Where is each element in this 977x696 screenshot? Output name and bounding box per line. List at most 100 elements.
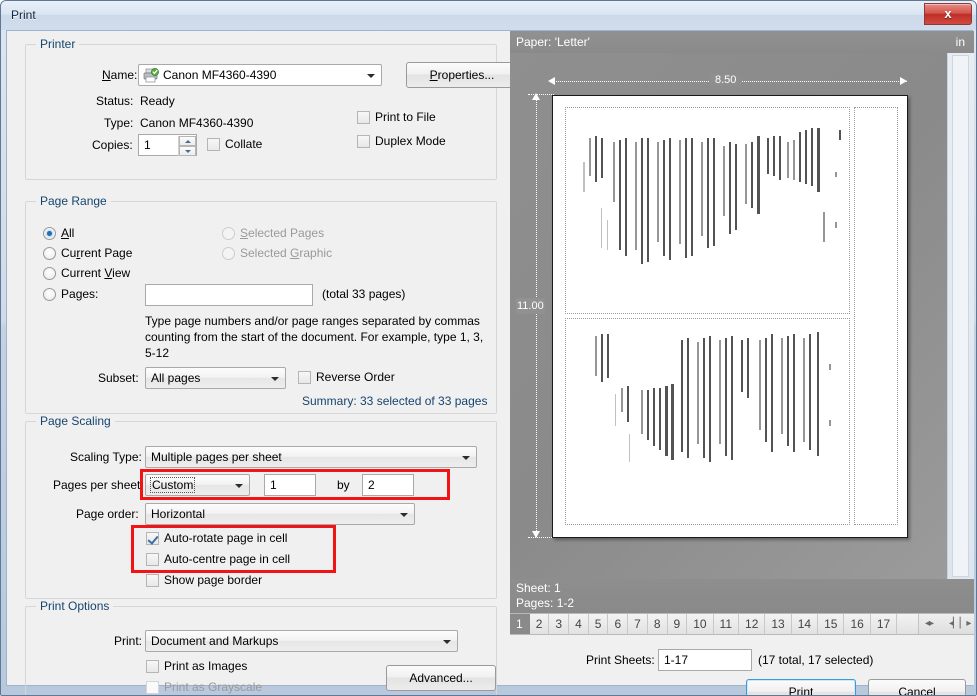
reverse-order-checkbox[interactable] (298, 371, 311, 384)
pages-per-sheet-rows-value: 2 (368, 478, 375, 492)
duplex-mode-label: Duplex Mode (375, 134, 446, 148)
chevron-down-icon (462, 456, 470, 460)
chevron-down-icon (235, 484, 243, 488)
radio-all-label: All (61, 226, 74, 240)
auto-rotate-checkbox[interactable] (146, 532, 159, 545)
copies-input[interactable]: 1 (138, 134, 197, 156)
total-pages-text: (total 33 pages) (322, 287, 405, 301)
copies-value: 1 (144, 138, 151, 152)
pages-input[interactable] (145, 284, 313, 306)
radio-selected-graphic (222, 247, 235, 260)
collate-checkbox-box (207, 138, 220, 151)
sheet-tab-12[interactable]: 12 (739, 614, 765, 634)
preview-vertical-scrollbar[interactable] (952, 55, 969, 577)
sheet-tab-1[interactable]: 1 (510, 614, 530, 634)
sheet-tab-nav[interactable]: ◂▸ ◂▏▏▸ (918, 614, 974, 634)
radio-all[interactable] (43, 227, 56, 240)
sheet-tab-4[interactable]: 4 (569, 614, 589, 634)
sheet-tab-14[interactable]: 14 (792, 614, 818, 634)
subset-combo[interactable]: All pages (145, 367, 286, 389)
unit-label: in (956, 35, 965, 49)
radio-current-page[interactable] (43, 247, 56, 260)
close-icon: x (925, 6, 971, 21)
print-button[interactable]: Print (746, 679, 856, 696)
window-title: Print (11, 8, 36, 22)
sheet-tab-5[interactable]: 5 (589, 614, 609, 634)
reverse-order-checkbox-box (298, 371, 311, 384)
height-dimension-line (536, 95, 537, 537)
settings-pane: Printer Name: Canon MF (7, 31, 510, 685)
copies-stepper-up[interactable] (179, 136, 196, 146)
print-sheets-input[interactable]: 1-17 (658, 649, 752, 671)
advanced-button[interactable]: Advanced... (386, 665, 496, 691)
width-dim-arrow-left (548, 77, 555, 85)
nav-prev-next-icon[interactable]: ◂▸ (925, 618, 933, 629)
radio-pages[interactable] (43, 288, 56, 301)
show-page-border-checkbox-box (146, 574, 159, 587)
print-what-combo[interactable]: Document and Markups (145, 630, 458, 652)
copies-stepper-down[interactable] (179, 146, 196, 156)
sheet-tab-7[interactable]: 7 (628, 614, 648, 634)
sheet-tab-16[interactable]: 16 (844, 614, 870, 634)
cancel-button[interactable]: Cancel (868, 679, 966, 696)
duplex-mode-checkbox[interactable] (357, 135, 370, 148)
chevron-down-icon (271, 377, 279, 381)
advanced-button-label: Advanced... (387, 666, 495, 690)
sheet-tab-10[interactable]: 10 (687, 614, 713, 634)
printer-status-value: Ready (140, 94, 175, 108)
sheet-tab-11[interactable]: 11 (714, 614, 739, 634)
radio-all-dot (43, 227, 56, 240)
print-button-label: Print (747, 680, 855, 696)
print-what-value: Document and Markups (151, 634, 278, 648)
auto-centre-checkbox[interactable] (146, 553, 159, 566)
sheet-tab-8[interactable]: 8 (648, 614, 668, 634)
sheet-tab-15[interactable]: 15 (818, 614, 844, 634)
print-as-grayscale-checkbox (146, 681, 159, 694)
pages-info-text: Pages: 1-2 (516, 596, 574, 610)
show-page-border-checkbox[interactable] (146, 574, 159, 587)
printer-group-legend: Printer (36, 37, 79, 51)
copies-stepper[interactable] (178, 136, 195, 156)
print-as-images-checkbox[interactable] (146, 660, 159, 673)
print-as-images-checkbox-box (146, 660, 159, 673)
properties-button[interactable]: Properties... (406, 62, 518, 88)
radio-current-view[interactable] (43, 267, 56, 280)
chevron-down-icon (400, 513, 408, 517)
radio-current-page-label: Current Page (61, 246, 132, 260)
scaling-type-value: Multiple pages per sheet (151, 450, 282, 464)
printer-name-combo[interactable]: Canon MF4360-4390 (138, 64, 382, 86)
page-order-combo[interactable]: Horizontal (145, 503, 415, 525)
pages-per-sheet-rows-input[interactable]: 2 (362, 474, 414, 496)
radio-selected-pages (222, 227, 235, 240)
page-range-group-legend: Page Range (36, 194, 111, 208)
page-range-summary: Summary: 33 selected of 33 pages (302, 394, 487, 408)
chevron-down-icon (367, 74, 375, 78)
printer-group: Printer Name: Canon MF (25, 44, 497, 180)
sheet-tab-13[interactable]: 13 (765, 614, 791, 634)
sheet-tab-6[interactable]: 6 (608, 614, 628, 634)
radio-selected-graphic-label: Selected Graphic (240, 246, 332, 260)
reverse-order-label: Reverse Order (316, 370, 395, 384)
print-sheets-value: 1-17 (664, 653, 688, 667)
print-to-file-checkbox[interactable] (357, 111, 370, 124)
preview-canvas[interactable]: 8.50 11.00 (510, 53, 947, 579)
sheet-tab-17[interactable]: 17 (871, 614, 897, 634)
close-button[interactable]: x (924, 3, 972, 25)
printer-ready-icon (143, 68, 160, 83)
paper-label: Paper: 'Letter' (516, 35, 590, 49)
collate-checkbox[interactable] (207, 138, 220, 151)
sheet-tab-2[interactable]: 2 (530, 614, 550, 634)
sheet-tab-9[interactable]: 9 (668, 614, 688, 634)
show-page-border-label: Show page border (164, 573, 262, 587)
sheet-tabs-host: 1234567891011121314151617 (510, 614, 897, 634)
preview-header: Paper: 'Letter' in (510, 31, 974, 53)
sheet-tab-bar[interactable]: 1234567891011121314151617 ◂▸ ◂▏▏▸ (510, 613, 974, 635)
pages-per-sheet-cols-input[interactable]: 1 (264, 474, 316, 496)
pages-per-sheet-combo[interactable]: Custom (145, 474, 250, 496)
sheet-tab-3[interactable]: 3 (549, 614, 569, 634)
printer-name-label: Name: (102, 68, 137, 82)
scaling-type-combo[interactable]: Multiple pages per sheet (145, 446, 477, 468)
preview-scrollbar-strip[interactable] (947, 53, 974, 579)
nav-first-last-icon[interactable]: ◂▏▏▸ (949, 618, 970, 629)
width-dimension-label: 8.50 (710, 74, 741, 86)
